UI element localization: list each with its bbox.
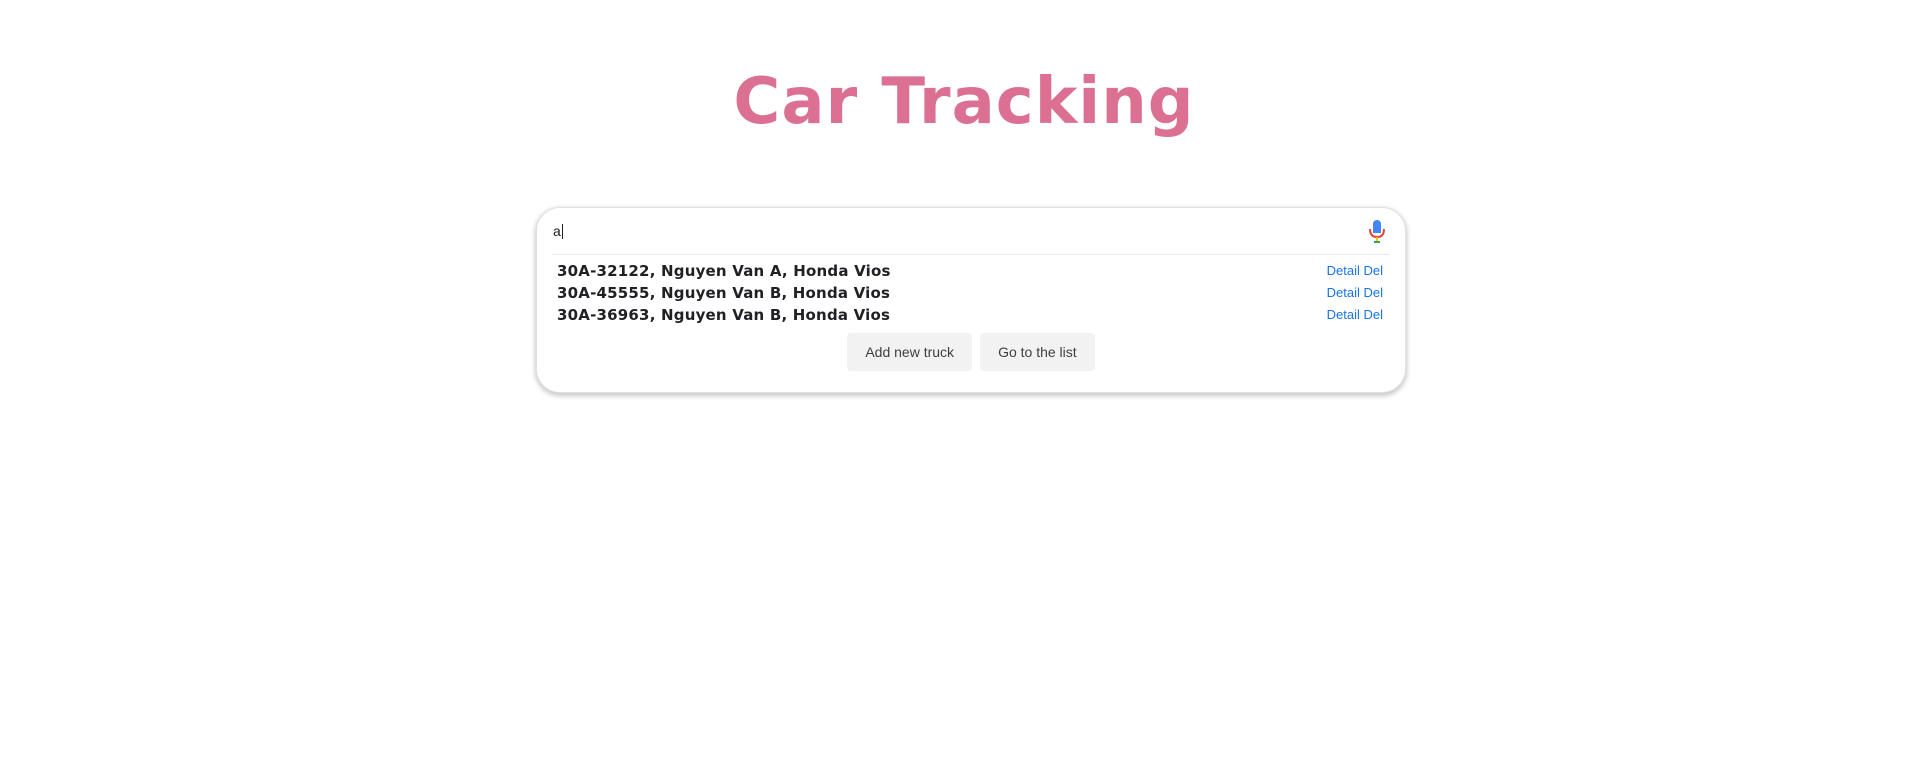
list-item[interactable]: 30A-36963, Nguyen Van B, Honda Vios Deta… xyxy=(557,304,1383,326)
list-item-actions: Detail Del xyxy=(1327,260,1383,282)
list-item-text[interactable]: 30A-45555, Nguyen Van B, Honda Vios xyxy=(557,282,890,304)
list-item[interactable]: 30A-32122, Nguyen Van A, Honda Vios Deta… xyxy=(557,260,1383,282)
delete-link[interactable]: Del xyxy=(1363,307,1383,322)
search-card: 30A-32122, Nguyen Van A, Honda Vios Deta… xyxy=(536,207,1406,393)
text-cursor xyxy=(562,224,563,239)
list-item[interactable]: 30A-45555, Nguyen Van B, Honda Vios Deta… xyxy=(557,282,1383,304)
page: Car Tracking 30A-32122, Nguyen Van A, Ho… xyxy=(0,0,1920,776)
search-divider xyxy=(552,254,1390,255)
detail-link[interactable]: Detail xyxy=(1327,263,1360,278)
page-title: Car Tracking xyxy=(733,65,1195,139)
search-input[interactable] xyxy=(553,220,1333,242)
delete-link[interactable]: Del xyxy=(1363,285,1383,300)
go-to-list-button[interactable]: Go to the list xyxy=(980,333,1095,371)
list-item-text[interactable]: 30A-36963, Nguyen Van B, Honda Vios xyxy=(557,304,890,326)
detail-link[interactable]: Detail xyxy=(1327,307,1360,322)
detail-link[interactable]: Detail xyxy=(1327,285,1360,300)
list-item-actions: Detail Del xyxy=(1327,304,1383,326)
delete-link[interactable]: Del xyxy=(1363,263,1383,278)
search-row xyxy=(537,208,1405,254)
microphone-icon[interactable] xyxy=(1365,218,1389,244)
list-item-text[interactable]: 30A-32122, Nguyen Van A, Honda Vios xyxy=(557,260,891,282)
action-buttons: Add new truck Go to the list xyxy=(537,333,1405,371)
add-new-truck-button[interactable]: Add new truck xyxy=(847,333,973,371)
suggestion-list: 30A-32122, Nguyen Van A, Honda Vios Deta… xyxy=(557,260,1383,326)
list-item-actions: Detail Del xyxy=(1327,282,1383,304)
